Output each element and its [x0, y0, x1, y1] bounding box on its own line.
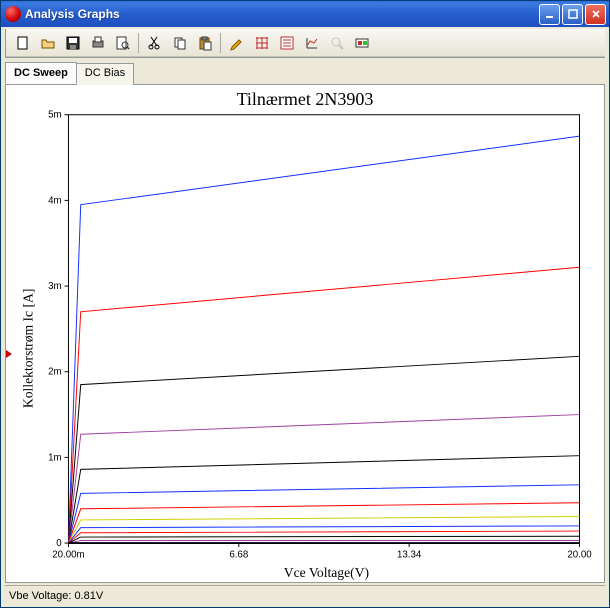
tab-dc-sweep[interactable]: DC Sweep	[5, 62, 77, 84]
new-icon[interactable]	[11, 31, 34, 54]
minimize-button[interactable]	[539, 4, 560, 25]
save-icon[interactable]	[61, 31, 84, 54]
zoom-icon[interactable]	[325, 31, 348, 54]
toolbar-separator	[220, 33, 221, 53]
x-tick-label: 13.34	[397, 550, 422, 561]
x-axis-label: Vce Voltage(V)	[284, 565, 369, 581]
window-title: Analysis Graphs	[25, 7, 539, 21]
toolbar-container	[5, 29, 605, 58]
chart-svg: 0 1m 2m 3m 4m 5m 20.00m 6.68 13.34 20.00 Kollekto…	[6, 105, 604, 582]
copy-icon[interactable]	[168, 31, 191, 54]
app-icon	[5, 6, 21, 22]
y-tick-label: 3m	[48, 281, 62, 292]
plot-frame	[68, 115, 579, 543]
chart-area[interactable]: Tilnærmet 2N3903 01m2m3m4m5m20.00m6.6813…	[5, 85, 605, 583]
zoom-fit-icon[interactable]	[350, 31, 373, 54]
y-tick-label: 5m	[48, 110, 62, 121]
window: Analysis Graphs DC Sweep	[0, 0, 610, 608]
x-tick-label: 6.68	[229, 550, 248, 561]
grid-icon[interactable]	[250, 31, 273, 54]
toolbar-separator	[138, 33, 139, 53]
y-tick-label: 1m	[48, 452, 62, 463]
statusbar: Vbe Voltage: 0.81V	[5, 585, 605, 605]
x-tick-label: 20.00m	[52, 550, 84, 561]
x-tick-label: 20.00	[567, 550, 592, 561]
legend-icon[interactable]	[275, 31, 298, 54]
y-tick-label: 4m	[48, 195, 62, 206]
y-tick-label: 0	[56, 538, 62, 549]
print-preview-icon[interactable]	[111, 31, 134, 54]
open-icon[interactable]	[36, 31, 59, 54]
window-controls	[539, 4, 606, 25]
print-icon[interactable]	[86, 31, 109, 54]
close-button[interactable]	[585, 4, 606, 25]
toolbar	[6, 29, 605, 57]
titlebar[interactable]: Analysis Graphs	[1, 1, 609, 27]
tab-dc-bias[interactable]: DC Bias	[76, 63, 134, 85]
maximize-button[interactable]	[562, 4, 583, 25]
y-axis-label: Kollektorstrøm Ic [A]	[20, 289, 35, 408]
tabs: DC Sweep DC Bias	[5, 62, 605, 85]
edit-icon[interactable]	[225, 31, 248, 54]
paste-icon[interactable]	[193, 31, 216, 54]
y-tick-label: 2m	[48, 367, 62, 378]
status-text: Vbe Voltage: 0.81V	[9, 590, 103, 602]
cursors-icon[interactable]	[300, 31, 323, 54]
cut-icon[interactable]	[143, 31, 166, 54]
